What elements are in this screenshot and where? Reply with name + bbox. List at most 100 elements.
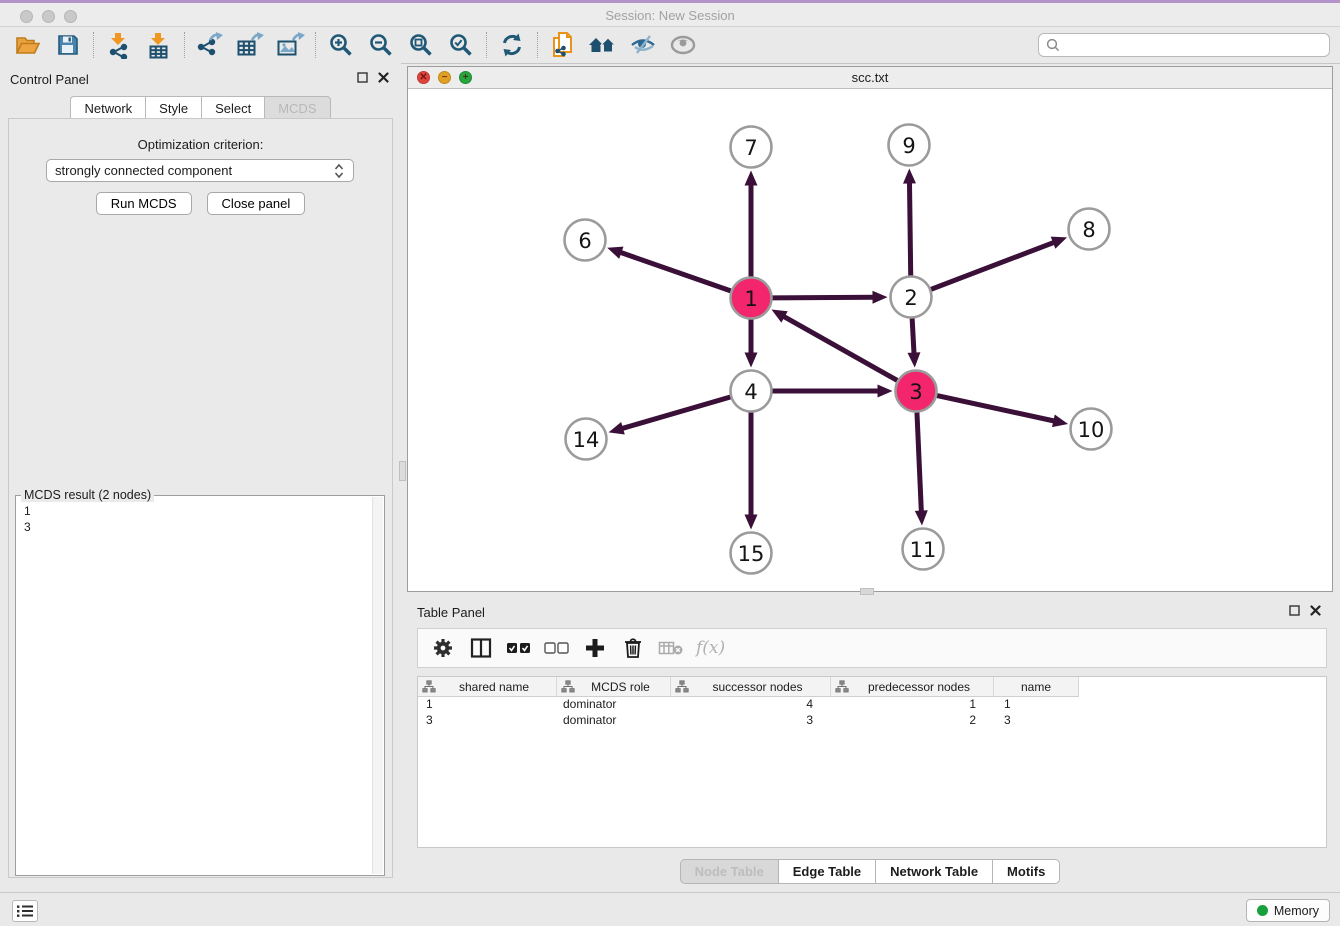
graph-edge-2-9[interactable] [903, 168, 916, 275]
zoom-selected-icon[interactable] [441, 30, 481, 60]
panel-splitter-handle[interactable] [399, 461, 406, 481]
graph-edge-4-14[interactable] [609, 397, 731, 434]
graph-node-11[interactable]: 11 [903, 529, 944, 570]
graph-edge-2-8[interactable] [931, 237, 1067, 290]
graph-node-8[interactable]: 8 [1069, 209, 1110, 250]
tab-motifs[interactable]: Motifs [992, 859, 1060, 884]
graph-node-15[interactable]: 15 [731, 533, 772, 574]
import-table-icon[interactable] [139, 30, 179, 60]
zoom-in-icon[interactable] [321, 30, 361, 60]
graph-node-3[interactable]: 3 [896, 371, 937, 412]
table-cell[interactable]: 1 [994, 697, 1079, 713]
table-tabs: Node Table Edge Table Network Table Moti… [407, 859, 1333, 884]
search-icon [1045, 37, 1061, 53]
table-cell[interactable]: 3 [671, 713, 831, 729]
tab-node-table[interactable]: Node Table [680, 859, 778, 884]
graph-edge-1-7[interactable] [745, 171, 758, 277]
zoom-out-icon[interactable] [361, 30, 401, 60]
graph-edge-1-2[interactable] [772, 291, 887, 304]
mcds-panel: Optimization criterion: strongly connect… [8, 118, 393, 878]
unselect-all-columns-icon[interactable] [540, 633, 574, 663]
table-row[interactable]: 3dominator323 [418, 713, 1326, 729]
search-box[interactable] [1038, 33, 1330, 57]
show-columns-icon[interactable] [464, 633, 498, 663]
table-cell[interactable]: 2 [831, 713, 994, 729]
table-cell[interactable]: 4 [671, 697, 831, 713]
node-table-header: shared name MCDS role successor nodes pr… [418, 677, 1326, 697]
table-splitter-handle[interactable] [860, 588, 874, 595]
table-cell[interactable]: dominator [557, 697, 671, 713]
network-window-titlebar[interactable]: ✕ − + scc.txt [408, 67, 1332, 89]
graph-edge-3-10[interactable] [937, 396, 1068, 428]
column-header-predecessor-nodes[interactable]: predecessor nodes [831, 677, 994, 697]
table-cell[interactable]: dominator [557, 713, 671, 729]
graph-node-6[interactable]: 6 [565, 220, 606, 261]
hierarchy-icon [675, 680, 689, 693]
table-row[interactable]: 1dominator411 [418, 697, 1326, 713]
graph-edge-2-3[interactable] [907, 318, 920, 367]
control-panel-title: Control Panel [10, 72, 89, 87]
svg-text:7: 7 [744, 136, 757, 160]
create-column-plus-icon[interactable] [578, 633, 612, 663]
select-all-columns-icon[interactable] [502, 633, 536, 663]
export-network-icon[interactable] [190, 30, 230, 60]
graph-node-9[interactable]: 9 [889, 125, 930, 166]
graph-node-14[interactable]: 14 [566, 419, 607, 460]
table-cell[interactable]: 1 [418, 697, 557, 713]
graph-edge-1-6[interactable] [607, 247, 731, 291]
float-panel-icon[interactable] [1289, 605, 1300, 616]
clone-network-icon[interactable] [543, 30, 583, 60]
graph-node-10[interactable]: 10 [1071, 409, 1112, 450]
memory-button[interactable]: Memory [1246, 899, 1330, 922]
hierarchy-icon [561, 680, 575, 693]
mcds-result-text[interactable]: 1 3 [16, 498, 372, 873]
graph-edge-3-11[interactable] [915, 412, 928, 525]
table-cell[interactable]: 1 [831, 697, 994, 713]
table-cell[interactable]: 3 [994, 713, 1079, 729]
save-session-icon[interactable] [48, 30, 88, 60]
tab-edge-table[interactable]: Edge Table [778, 859, 875, 884]
mcds-result-scrollbar[interactable] [372, 497, 383, 874]
run-mcds-button[interactable]: Run MCDS [96, 192, 192, 215]
float-panel-icon[interactable] [357, 72, 368, 83]
show-view-icon[interactable] [663, 30, 703, 60]
graph-node-2[interactable]: 2 [891, 277, 932, 318]
node-table: shared name MCDS role successor nodes pr… [417, 676, 1327, 848]
svg-text:10: 10 [1078, 418, 1105, 442]
hierarchy-icon [835, 680, 849, 693]
delete-column-trash-icon[interactable] [616, 633, 650, 663]
task-history-button[interactable] [12, 900, 38, 922]
tab-network-table[interactable]: Network Table [875, 859, 992, 884]
column-header-shared-name[interactable]: shared name [418, 677, 557, 697]
column-header-mcds-role[interactable]: MCDS role [557, 677, 671, 697]
optimization-criterion-select[interactable]: strongly connected component [46, 159, 354, 182]
graph-edge-4-15[interactable] [745, 413, 758, 530]
graph-edge-3-1[interactable] [771, 310, 897, 381]
network-graph-canvas[interactable]: 7 9 6 8 1 2 4 3 14 10 15 11 [408, 89, 1332, 591]
table-panel: Table Panel f(x) shared [407, 596, 1333, 892]
graph-edge-4-3[interactable] [773, 385, 893, 398]
graph-node-1[interactable]: 1 [731, 278, 772, 319]
import-network-icon[interactable] [99, 30, 139, 60]
close-panel-icon[interactable] [378, 72, 389, 83]
column-header-name[interactable]: name [994, 677, 1079, 697]
zoom-fit-icon[interactable] [401, 30, 441, 60]
open-file-icon[interactable] [8, 30, 48, 60]
node-table-body: 1dominator4113dominator323 [418, 697, 1326, 729]
close-panel-button[interactable]: Close panel [207, 192, 306, 215]
toolbar-separator [93, 32, 94, 58]
graph-node-7[interactable]: 7 [731, 127, 772, 168]
table-cell[interactable]: 3 [418, 713, 557, 729]
column-header-successor-nodes[interactable]: successor nodes [671, 677, 831, 697]
hide-panels-icon[interactable] [623, 30, 663, 60]
refresh-layout-icon[interactable] [492, 30, 532, 60]
graph-node-4[interactable]: 4 [731, 371, 772, 412]
export-table-icon[interactable] [230, 30, 270, 60]
close-panel-icon[interactable] [1310, 605, 1321, 616]
table-settings-gear-icon[interactable] [426, 633, 460, 663]
home-layout-icon[interactable] [583, 30, 623, 60]
mcds-result-box: MCDS result (2 nodes) 1 3 [15, 495, 385, 876]
graph-edge-1-4[interactable] [745, 320, 758, 368]
search-input[interactable] [1061, 35, 1329, 55]
export-image-icon[interactable] [270, 30, 310, 60]
